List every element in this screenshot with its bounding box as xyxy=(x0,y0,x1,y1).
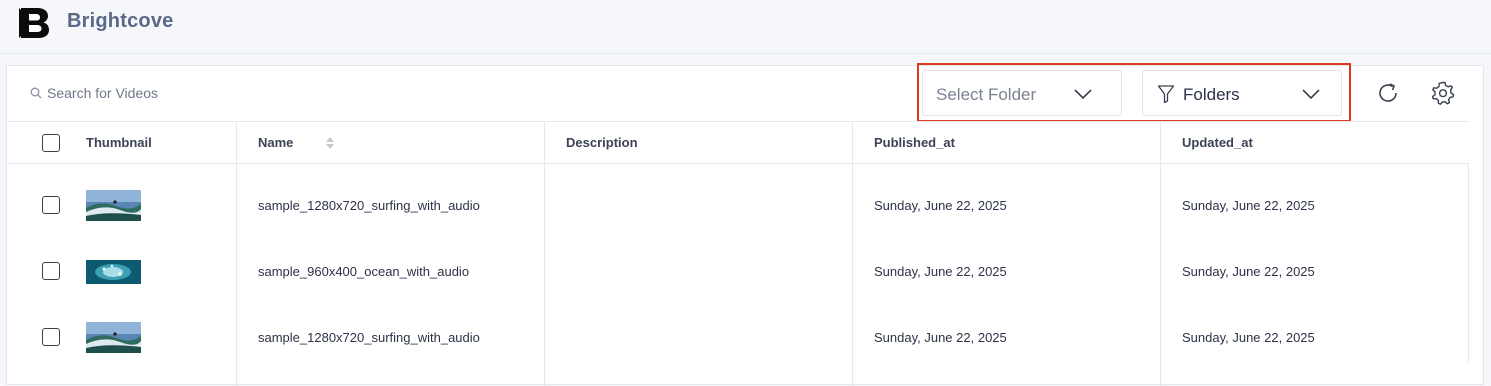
video-published-at: Sunday, June 22, 2025 xyxy=(874,330,1007,345)
column-header-description: Description xyxy=(566,135,638,150)
video-thumbnail-ocean[interactable] xyxy=(86,260,141,284)
chevron-down-icon xyxy=(1302,89,1320,100)
row-border xyxy=(1468,164,1469,230)
select-folder-placeholder: Select Folder xyxy=(936,85,1037,104)
video-thumbnail-surfing[interactable] xyxy=(86,322,141,353)
brightcove-logo-icon[interactable] xyxy=(17,6,51,40)
row-checkbox[interactable] xyxy=(42,196,60,214)
videos-table: Thumbnail Name Description Published_at … xyxy=(7,121,1469,386)
sort-icon[interactable] xyxy=(325,135,335,151)
select-all-checkbox[interactable] xyxy=(42,134,60,152)
table-row[interactable]: sample_1280x720_surfing_with_audio Sunda… xyxy=(7,296,1469,362)
videos-panel: Select Folder Folders xyxy=(6,63,1484,386)
folders-filter-dropdown[interactable]: Folders xyxy=(1142,70,1342,116)
row-checkbox[interactable] xyxy=(42,262,60,280)
filter-icon xyxy=(1157,85,1175,104)
column-header-published-at: Published_at xyxy=(874,135,955,150)
column-header-updated-at: Updated_at xyxy=(1182,135,1253,150)
search-input[interactable] xyxy=(47,82,347,104)
refresh-icon[interactable] xyxy=(1375,80,1401,106)
video-published-at: Sunday, June 22, 2025 xyxy=(874,264,1007,279)
column-header-thumbnail: Thumbnail xyxy=(86,135,152,150)
column-header-name[interactable]: Name xyxy=(258,135,293,150)
video-thumbnail-surfing[interactable] xyxy=(86,190,141,221)
gear-icon[interactable] xyxy=(1430,80,1456,106)
top-bar: Brightcove xyxy=(0,0,1491,54)
table-header: Thumbnail Name Description Published_at … xyxy=(7,121,1469,164)
app-brand-name: Brightcove xyxy=(67,10,174,32)
video-updated-at: Sunday, June 22, 2025 xyxy=(1182,264,1315,279)
row-border xyxy=(1468,296,1469,362)
select-folder-dropdown[interactable]: Select Folder xyxy=(922,70,1122,116)
table-row[interactable]: sample_960x400_ocean_with_audio Sunday, … xyxy=(7,230,1469,296)
chevron-down-icon xyxy=(1074,89,1092,100)
table-row[interactable]: sample_1280x720_surfing_with_audio Sunda… xyxy=(7,164,1469,230)
video-published-at: Sunday, June 22, 2025 xyxy=(874,198,1007,213)
row-checkbox[interactable] xyxy=(42,328,60,346)
row-border xyxy=(1468,230,1469,296)
search-icon xyxy=(30,87,42,99)
video-updated-at: Sunday, June 22, 2025 xyxy=(1182,198,1315,213)
toolbar: Select Folder Folders xyxy=(7,63,1483,122)
video-updated-at: Sunday, June 22, 2025 xyxy=(1182,330,1315,345)
video-name[interactable]: sample_1280x720_surfing_with_audio xyxy=(258,198,480,213)
video-name[interactable]: sample_960x400_ocean_with_audio xyxy=(258,264,469,279)
folders-filter-label: Folders xyxy=(1183,85,1240,104)
video-name[interactable]: sample_1280x720_surfing_with_audio xyxy=(258,330,480,345)
